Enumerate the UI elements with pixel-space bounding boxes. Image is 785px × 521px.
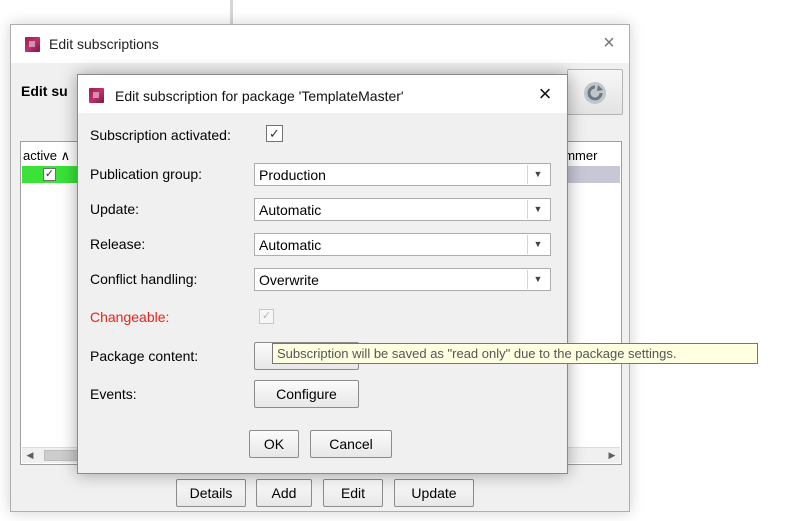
edit-button[interactable]: Edit [323, 479, 383, 507]
cancel-button[interactable]: Cancel [310, 430, 392, 458]
outer-close-icon[interactable]: × [598, 32, 620, 54]
outer-heading: Edit su [21, 83, 68, 99]
update-button[interactable]: Update [394, 479, 474, 507]
details-button[interactable]: Details [176, 479, 246, 507]
conflict-handling-select[interactable]: Overwrite ▼ [254, 268, 551, 291]
package-content-label: Package content: [90, 348, 199, 364]
app-logo-icon [89, 88, 104, 103]
dialog-titlebar[interactable]: Edit subscription for package 'TemplateM… [78, 75, 567, 113]
release-label: Release: [90, 236, 146, 252]
chevron-down-icon[interactable]: ▼ [527, 200, 548, 219]
dialog-title: Edit subscription for package 'TemplateM… [115, 88, 404, 104]
release-select[interactable]: Automatic ▼ [254, 233, 551, 256]
scroll-right-icon[interactable]: ▶ [604, 448, 620, 463]
publication-group-value: Production [259, 167, 326, 183]
conflict-handling-label: Conflict handling: [90, 271, 198, 287]
configure-button[interactable]: Configure [254, 380, 359, 408]
row-active-checkbox[interactable]: ✓ [43, 168, 56, 181]
edit-subscription-dialog: Edit subscription for package 'TemplateM… [77, 74, 568, 474]
background-top [0, 0, 785, 10]
scroll-left-icon[interactable]: ◀ [22, 448, 38, 463]
update-label: Update: [90, 201, 140, 217]
background-divider [230, 0, 233, 24]
refresh-icon [584, 82, 606, 104]
ok-button[interactable]: OK [249, 430, 299, 458]
update-select[interactable]: Automatic ▼ [254, 198, 551, 221]
refresh-button[interactable] [567, 69, 623, 115]
active-cell[interactable]: ✓ [22, 166, 78, 183]
column-header-active[interactable]: active ∧ [23, 148, 70, 164]
chevron-down-icon[interactable]: ▼ [527, 165, 548, 184]
subscription-activated-checkbox[interactable]: ✓ [266, 125, 283, 142]
app-logo-icon [25, 37, 40, 52]
chevron-down-icon[interactable]: ▼ [527, 235, 548, 254]
conflict-handling-value: Overwrite [259, 272, 319, 288]
publication-group-select[interactable]: Production ▼ [254, 163, 551, 186]
release-value: Automatic [259, 237, 322, 253]
dialog-close-icon[interactable]: × [533, 82, 557, 106]
chevron-down-icon[interactable]: ▼ [527, 270, 548, 289]
add-button[interactable]: Add [256, 479, 312, 507]
update-value: Automatic [259, 202, 322, 218]
changeable-checkbox: ✓ [259, 309, 274, 324]
events-label: Events: [90, 386, 137, 402]
read-only-tooltip: Subscription will be saved as "read only… [272, 343, 758, 364]
outer-window-title: Edit subscriptions [49, 36, 159, 52]
publication-group-label: Publication group: [90, 166, 203, 182]
changeable-label: Changeable: [90, 309, 170, 325]
subscription-activated-label: Subscription activated: [90, 127, 231, 143]
outer-titlebar[interactable]: Edit subscriptions × [11, 25, 629, 63]
